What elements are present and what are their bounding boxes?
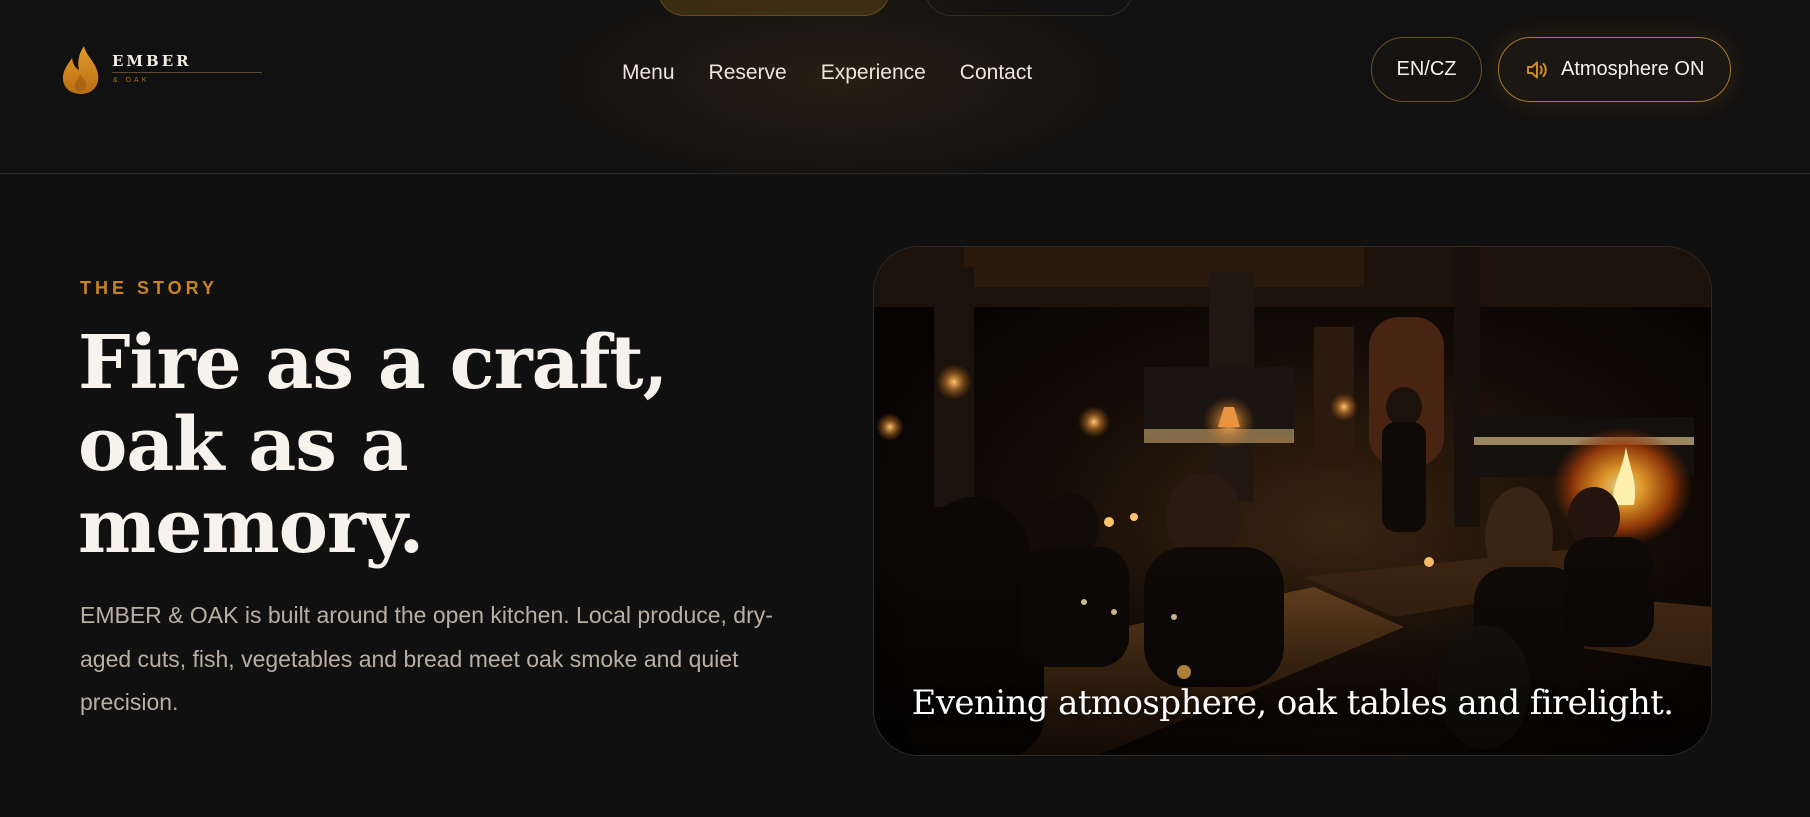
main-nav: Menu Reserve Experience Contact — [622, 58, 1032, 88]
restaurant-interior-photo — [874, 247, 1711, 755]
section-eyebrow: THE STORY — [80, 278, 219, 298]
language-toggle-label: EN/CZ — [1396, 58, 1457, 80]
headline-line-2: oak as a — [78, 402, 409, 488]
nav-link-contact[interactable]: Contact — [960, 61, 1032, 85]
nav-link-reserve[interactable]: Reserve — [709, 61, 787, 85]
scrolled-pill-ghost — [658, 0, 890, 16]
hero-headline: Fire as a craft, oak as a memory. — [78, 322, 778, 568]
headline-line-1: Fire as a craft, — [78, 320, 668, 406]
logo-subline: & OAK — [113, 77, 150, 84]
atmosphere-toggle-button[interactable]: Atmosphere ON — [1498, 37, 1731, 102]
logo-divider — [112, 72, 262, 73]
logo-wordmark: EMBER — [112, 52, 192, 70]
page: EMBER & OAK Menu Reserve Experience Cont… — [0, 0, 1810, 817]
nav-link-experience[interactable]: Experience — [821, 61, 926, 85]
nav-link-menu[interactable]: Menu — [622, 61, 675, 85]
language-toggle-button[interactable]: EN/CZ — [1371, 37, 1482, 102]
headline-line-3: memory. — [78, 484, 424, 570]
scrolled-pill-ghost — [925, 0, 1133, 16]
photo-caption: Evening atmosphere, oak tables and firel… — [911, 683, 1674, 723]
site-header: EMBER & OAK Menu Reserve Experience Cont… — [0, 0, 1810, 174]
speaker-icon — [1527, 61, 1547, 78]
restaurant-photo-card: Evening atmosphere, oak tables and firel… — [873, 246, 1712, 756]
atmosphere-toggle-label: Atmosphere ON — [1561, 58, 1705, 80]
flame-icon — [62, 46, 99, 94]
brand-logo[interactable]: EMBER & OAK — [60, 44, 270, 96]
hero-body-text: EMBER & OAK is built around the open kit… — [80, 602, 773, 715]
